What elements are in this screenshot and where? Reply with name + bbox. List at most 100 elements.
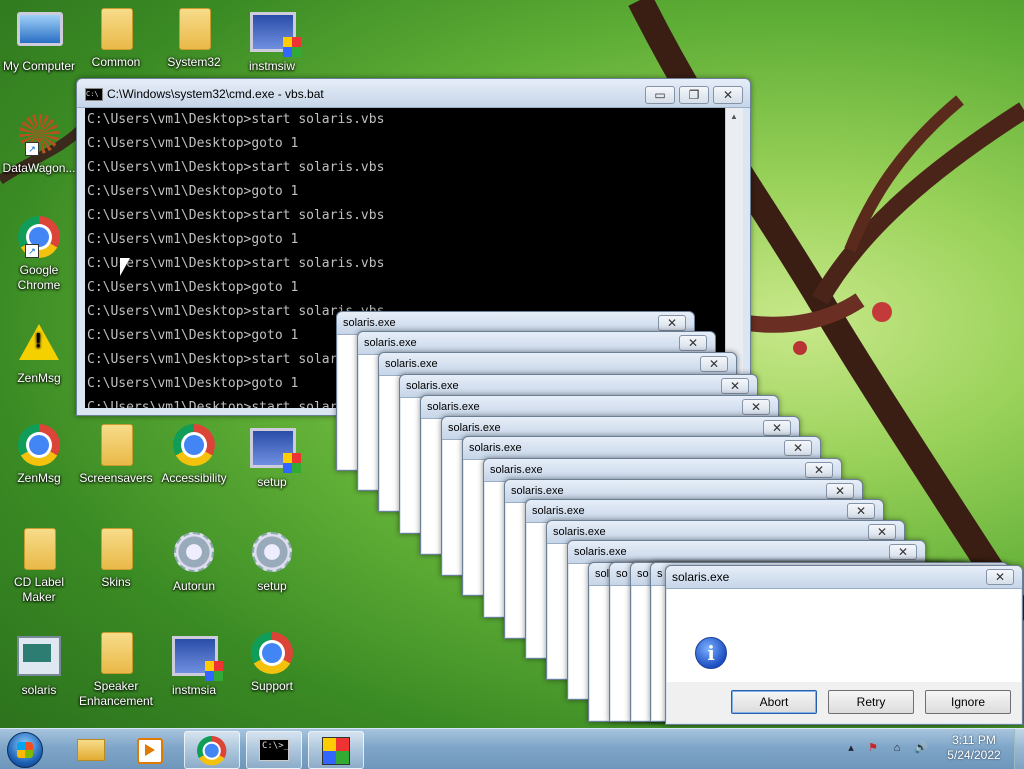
taskbar: C:\>_ ▴ ⚑ ⌂ 🔊 3:11 PM 5/24/2022 (0, 728, 1024, 769)
message-box-title: solaris.exe (672, 570, 730, 584)
ignore-button[interactable]: Ignore (925, 690, 1011, 714)
dialog-title: so (616, 568, 628, 580)
desktop-icon-skins[interactable]: Skins (77, 528, 155, 590)
abort-button[interactable]: Abort (731, 690, 817, 714)
desktop-icon-screensavers[interactable]: Screensavers (77, 424, 155, 486)
taskbar-cmd-button[interactable]: C:\>_ (246, 731, 302, 769)
gear-icon (252, 532, 292, 572)
console-line: C:\Users\vm1\Desktop>goto 1 (87, 184, 299, 199)
console-line: C:\Users\vm1\Desktop>start solaris.vbs (87, 160, 385, 175)
close-button[interactable]: ✕ (713, 86, 743, 104)
chrome-icon (251, 632, 293, 674)
close-button[interactable]: ✕ (889, 544, 917, 560)
desktop-icon-common[interactable]: Common (77, 8, 155, 70)
scroll-up-icon[interactable]: ▲ (730, 112, 738, 121)
icon-label: Support (250, 679, 294, 693)
taskbar-media-player-button[interactable] (122, 731, 176, 767)
close-button[interactable]: ✕ (742, 399, 770, 415)
close-button[interactable]: ✕ (826, 483, 854, 499)
solaris-message-box[interactable]: solaris.exe ✕ i Abort Retry Ignore (665, 565, 1023, 725)
minimize-button[interactable]: ▭ (645, 86, 675, 104)
close-button[interactable]: ✕ (986, 569, 1014, 585)
icon-label: Autorun (172, 579, 216, 593)
dialog-title: solaris.exe (343, 317, 396, 329)
taskbar-solaris-button[interactable] (308, 731, 364, 769)
taskbar-clock[interactable]: 3:11 PM 5/24/2022 (942, 733, 1006, 763)
desktop-icon-zenmsg-chrome[interactable]: ZenMsg (0, 424, 78, 486)
desktop-icon-google-chrome[interactable]: ↗ Google Chrome (0, 216, 78, 293)
dialog-title: solaris.exe (427, 401, 480, 413)
maximize-button[interactable]: ❐ (679, 86, 709, 104)
computer-icon (17, 12, 63, 46)
console-line: C:\Users\vm1\Desktop>goto 1 (87, 136, 299, 151)
desktop-icon-setup[interactable]: setup (233, 424, 311, 490)
icon-label: My Computer (2, 59, 76, 73)
clock-time: 3:11 PM (952, 733, 996, 747)
icon-label: setup (257, 579, 287, 593)
desktop-icon-zenmsg[interactable]: ! ZenMsg (0, 320, 78, 386)
dialog-title: solaris.exe (511, 485, 564, 497)
close-button[interactable]: ✕ (700, 356, 728, 372)
desktop-icon-my-computer[interactable]: My Computer (0, 8, 78, 74)
desktop-icon-instmsia[interactable]: instmsia (155, 632, 233, 698)
desktop-icon-support[interactable]: Support (233, 632, 311, 694)
desktop-icon-solaris[interactable]: solaris (0, 632, 78, 698)
desktop-icon-instmsiw[interactable]: instmsiw (233, 8, 311, 74)
icon-label: ZenMsg (17, 471, 61, 485)
console-line: C:\Users\vm1\Desktop>start solaris.vbs (87, 208, 385, 223)
dialog-title: solaris.exe (532, 505, 585, 517)
dialog-title: solaris.exe (406, 380, 459, 392)
icon-label: setup (257, 475, 287, 489)
warning-icon: ! (19, 324, 59, 360)
message-box-titlebar[interactable]: solaris.exe ✕ (666, 566, 1022, 589)
icon-label: instmsiw (248, 59, 295, 73)
media-player-icon (137, 738, 163, 764)
close-button[interactable]: ✕ (679, 335, 707, 351)
cmd-titlebar[interactable]: C:\ C:\Windows\system32\cmd.exe - vbs.ba… (77, 79, 750, 108)
folder-icon (179, 8, 211, 50)
desktop-icon-autorun[interactable]: Autorun (155, 528, 233, 594)
close-button[interactable]: ✕ (784, 440, 812, 456)
desktop-icon-cd-label-maker[interactable]: CD Label Maker (0, 528, 78, 605)
desktop-icon-setup-2[interactable]: setup (233, 528, 311, 594)
close-button[interactable]: ✕ (805, 462, 833, 478)
close-button[interactable]: ✕ (763, 420, 791, 436)
show-desktop-button[interactable] (1014, 729, 1024, 769)
network-icon[interactable]: ⌂ (890, 741, 904, 755)
close-button[interactable]: ✕ (847, 503, 875, 519)
desktop-icon-accessibility[interactable]: Accessibility (155, 424, 233, 486)
dialog-title: s (657, 568, 663, 580)
close-button[interactable]: ✕ (658, 315, 686, 331)
action-center-flag-icon[interactable]: ⚑ (866, 741, 880, 755)
dialog-title: solaris.exe (448, 422, 501, 434)
icon-label: DataWagon... (2, 161, 76, 175)
taskbar-explorer-button[interactable] (62, 731, 116, 767)
desktop-icon-system32[interactable]: System32 (155, 8, 233, 70)
dialog-title: so (637, 568, 649, 580)
start-button[interactable] (7, 732, 43, 768)
taskbar-chrome-button[interactable] (184, 731, 240, 769)
retry-button[interactable]: Retry (828, 690, 914, 714)
message-box-body: i (667, 589, 1021, 682)
folder-icon (101, 424, 133, 466)
clock-date: 5/24/2022 (947, 748, 1001, 762)
desktop-icon-speaker-enhancement[interactable]: Speaker Enhancement (77, 632, 155, 709)
dialog-title: solaris.exe (469, 442, 522, 454)
console-line: C:\Users\vm1\Desktop>start solaris.vbs (87, 256, 385, 271)
show-hidden-icons-icon[interactable]: ▴ (844, 741, 858, 755)
icon-label: ZenMsg (17, 371, 61, 385)
installer-icon (172, 636, 223, 681)
folder-icon (101, 8, 133, 50)
cmd-title: C:\Windows\system32\cmd.exe - vbs.bat (107, 87, 324, 101)
icon-label: Skins (101, 575, 131, 589)
close-button[interactable]: ✕ (721, 378, 749, 394)
mouse-cursor-icon (120, 258, 130, 276)
console-line: C:\Users\vm1\Desktop>goto 1 (87, 232, 299, 247)
desktop-icon-datawagon[interactable]: ↗ DataWagon... (0, 112, 78, 176)
close-button[interactable]: ✕ (868, 524, 896, 540)
icon-label: Speaker Enhancement (78, 679, 154, 708)
chrome-icon (197, 736, 227, 766)
icon-label: Google Chrome (17, 263, 61, 292)
volume-icon[interactable]: 🔊 (914, 741, 928, 755)
icon-label: Screensavers (79, 471, 153, 485)
